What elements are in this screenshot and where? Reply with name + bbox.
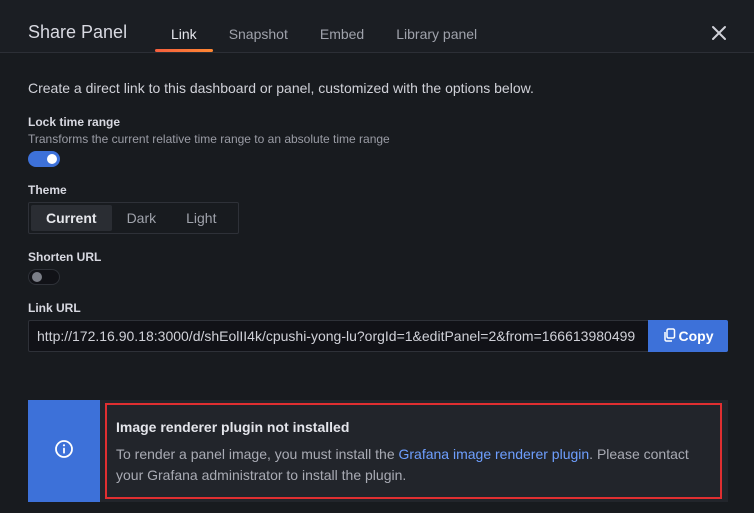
theme-option-light[interactable]: Light <box>171 205 231 231</box>
toggle-knob <box>47 154 57 164</box>
tab-snapshot[interactable]: Snapshot <box>213 0 304 53</box>
share-panel-modal: Share Panel Link Snapshot Embed Library … <box>0 0 754 513</box>
shorten-url-toggle[interactable] <box>28 269 60 285</box>
alert-icon-box <box>28 400 100 502</box>
theme-option-current[interactable]: Current <box>31 205 112 231</box>
copy-button[interactable]: Copy <box>648 320 728 352</box>
lock-time-description: Transforms the current relative time ran… <box>28 132 390 146</box>
theme-option-dark[interactable]: Dark <box>112 205 172 231</box>
info-icon <box>54 439 74 464</box>
tab-bar: Link Snapshot Embed Library panel <box>155 0 493 53</box>
close-icon[interactable] <box>708 22 730 44</box>
toggle-knob <box>32 272 42 282</box>
link-url-label: Link URL <box>28 301 81 315</box>
modal-header: Share Panel Link Snapshot Embed Library … <box>0 0 754 53</box>
tab-embed[interactable]: Embed <box>304 0 380 53</box>
shorten-url-label: Shorten URL <box>28 250 102 264</box>
tab-link[interactable]: Link <box>155 0 213 53</box>
copy-icon <box>663 327 676 345</box>
copy-label: Copy <box>678 328 714 344</box>
tab-library-panel[interactable]: Library panel <box>380 0 493 53</box>
theme-label: Theme <box>28 183 67 197</box>
theme-radio-group: Current Dark Light <box>28 202 239 234</box>
lock-time-label: Lock time range <box>28 115 121 129</box>
link-description: Create a direct link to this dashboard o… <box>28 80 534 96</box>
link-url-input[interactable]: http://172.16.90.18:3000/d/shEolII4k/cpu… <box>28 320 648 352</box>
modal-title: Share Panel <box>28 22 128 42</box>
alert-highlight-box <box>105 403 722 499</box>
lock-time-toggle[interactable] <box>28 151 60 167</box>
